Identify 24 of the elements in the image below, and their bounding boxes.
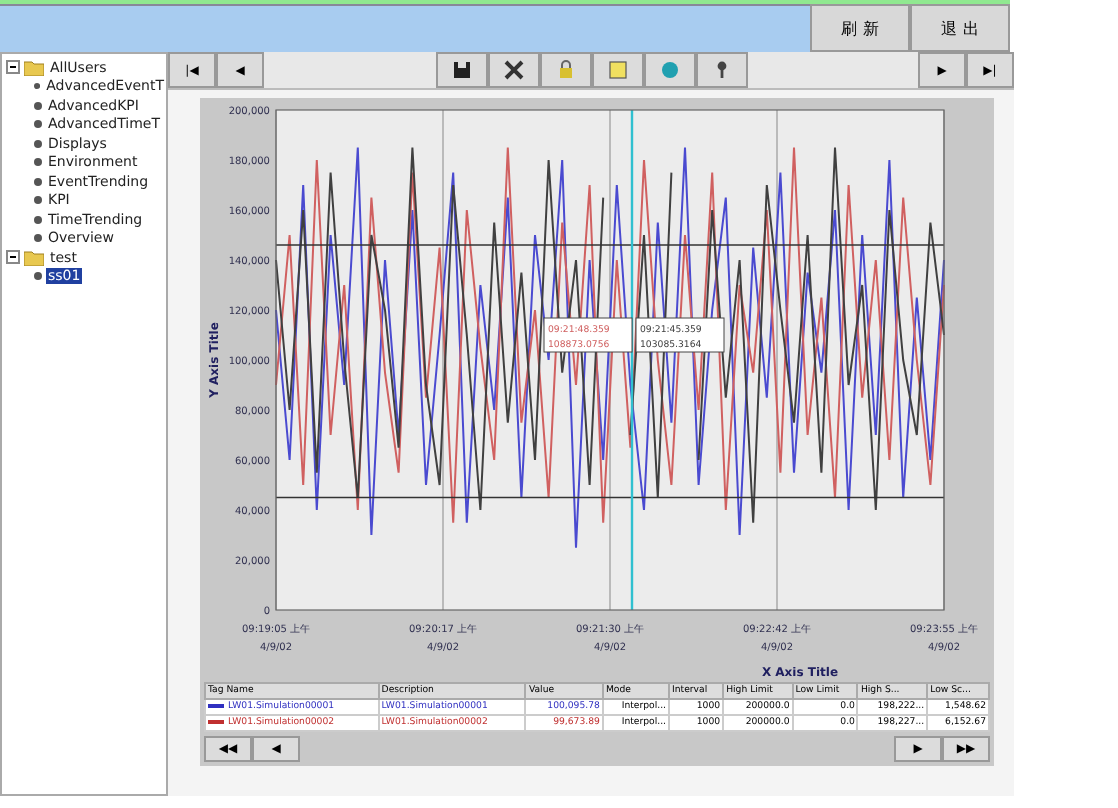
tools-button[interactable] — [487, 52, 539, 88]
note-icon — [607, 60, 627, 80]
bullet-icon — [34, 139, 42, 148]
header-button[interactable]: 刷 新 — [810, 4, 910, 52]
bullet-icon — [34, 82, 41, 91]
crossed-tools-icon — [503, 60, 523, 80]
cursor-line[interactable] — [630, 110, 634, 610]
bullet-icon — [34, 272, 42, 281]
save-button[interactable] — [435, 52, 487, 88]
bullet-icon — [34, 196, 42, 205]
bullet-icon — [34, 234, 42, 243]
globe-icon — [659, 60, 679, 80]
lock-icon — [555, 60, 575, 80]
bullet-icon — [34, 158, 42, 167]
bullet-icon — [34, 101, 42, 110]
collapse-icon[interactable] — [6, 250, 20, 265]
bullet-icon — [34, 177, 42, 186]
pin-button[interactable] — [695, 52, 747, 88]
collapse-icon[interactable] — [6, 60, 20, 75]
header-button[interactable]: 退 出 — [910, 4, 1010, 52]
bullet-icon — [34, 215, 42, 224]
folder-icon — [24, 249, 44, 266]
bullet-icon — [34, 120, 42, 129]
folder-icon — [24, 59, 44, 76]
